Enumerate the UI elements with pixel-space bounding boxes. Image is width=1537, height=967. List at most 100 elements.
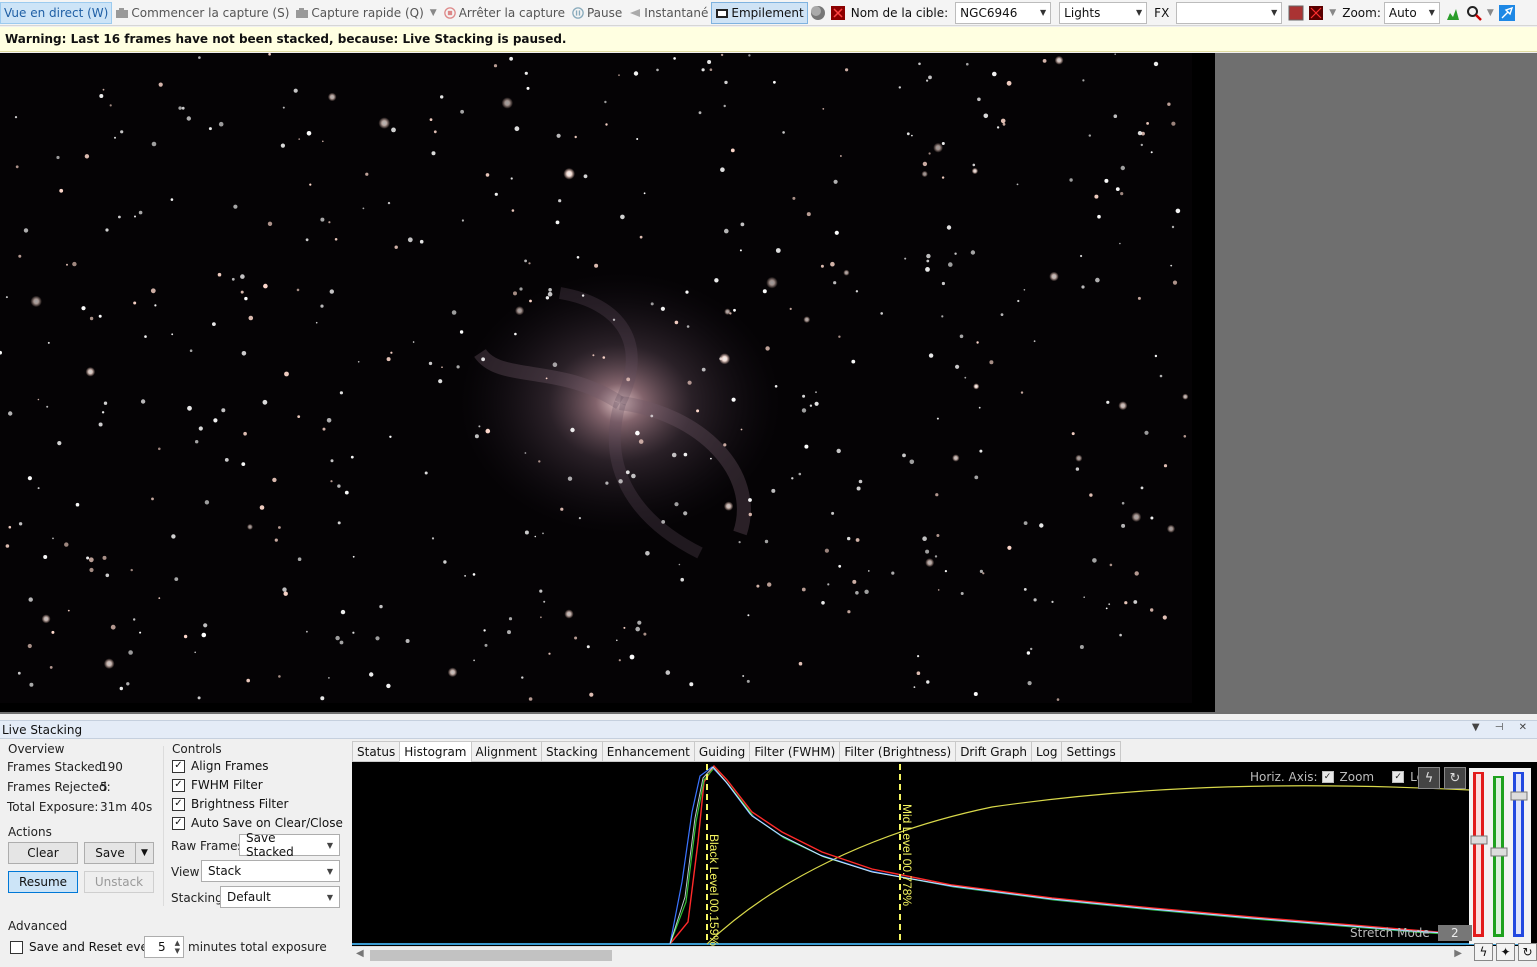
tab-histogram[interactable]: Histogram [399, 741, 471, 762]
save-reset-stepper[interactable]: 5 ▲ ▼ [144, 936, 184, 958]
star [538, 460, 541, 463]
live-view-button[interactable]: Vue en direct (W) [0, 1, 113, 24]
star [298, 138, 301, 140]
snapshot-button[interactable]: Instantané [625, 2, 711, 24]
star [47, 341, 50, 344]
star [864, 589, 869, 594]
star [387, 201, 391, 205]
star [542, 532, 544, 535]
star [322, 427, 326, 431]
scroll-right-icon[interactable]: ▶ [1454, 948, 1462, 959]
quick-capture-dropdown-icon[interactable]: ▼ [430, 8, 437, 18]
star [335, 635, 340, 641]
stacking-button[interactable]: Empilement [711, 1, 808, 24]
save-button[interactable]: Save [84, 842, 136, 864]
unstack-button[interactable]: Unstack [84, 871, 154, 893]
tab-settings[interactable]: Settings [1061, 741, 1121, 762]
raw-frames-select[interactable]: Save Stacked ▼ [239, 831, 340, 859]
log-checkbox[interactable]: ✓ [1392, 771, 1405, 783]
star [581, 294, 585, 297]
star [1166, 524, 1176, 533]
resume-button[interactable]: Resume [8, 871, 78, 893]
tab-guiding[interactable]: Guiding [693, 741, 750, 762]
tab-filter-brightness[interactable]: Filter (Brightness) [839, 741, 956, 762]
star [851, 359, 856, 364]
star [431, 151, 436, 156]
star [278, 675, 281, 678]
star [767, 582, 772, 587]
pause-button[interactable]: Pause [568, 2, 625, 24]
target-name-combo[interactable]: NGC6946 ▼ [955, 1, 1052, 24]
star [369, 672, 374, 677]
magnifier-dropdown-icon[interactable]: ▼ [1487, 8, 1494, 18]
tab-filter-fwhm[interactable]: Filter (FWHM) [749, 741, 840, 762]
reset-icon[interactable]: ↻ [1444, 767, 1466, 789]
fwhm-filter-checkbox[interactable]: ✓ FWHM Filter [172, 778, 263, 792]
stacking-select[interactable]: Default ▼ [220, 886, 340, 908]
stop-icon [443, 6, 456, 19]
fx-select[interactable]: ▼ [1176, 1, 1283, 24]
panel-controls[interactable]: ▼ ⊣ ✕ [1472, 722, 1533, 733]
star [30, 295, 42, 308]
zoom-checkbox[interactable]: ✓ [1321, 771, 1334, 783]
star [724, 80, 728, 85]
stretch-mode-stepper[interactable]: 2 [1437, 925, 1472, 941]
stacked-image[interactable] [0, 53, 1215, 712]
star [773, 80, 776, 84]
overlay-dropdown-icon[interactable]: ▼ [1329, 8, 1336, 18]
advanced-heading: Advanced [8, 919, 68, 933]
record-icon[interactable] [1288, 5, 1304, 21]
magnifier-icon[interactable] [1466, 5, 1482, 21]
align-frames-checkbox[interactable]: ✓ Align Frames [172, 759, 269, 773]
moon-icon[interactable] [810, 5, 826, 21]
auto-stretch-icon[interactable]: ϟ [1418, 767, 1440, 789]
star [928, 75, 932, 80]
histogram-panel[interactable]: Black Level 00.159% Mid Level 00.778% Ho… [352, 762, 1537, 946]
spin-arrows-icon[interactable]: ▲ ▼ [175, 939, 180, 955]
histogram-icon[interactable] [1446, 5, 1462, 21]
tab-stacking[interactable]: Stacking [540, 741, 602, 762]
view-select[interactable]: Stack ▼ [201, 860, 340, 882]
clear-overlay-icon[interactable] [1308, 5, 1324, 21]
zoom-select[interactable]: Auto ▼ [1383, 1, 1440, 24]
stacking-label: Empilement [731, 5, 804, 20]
night-mode-icon[interactable] [830, 5, 846, 21]
star [186, 116, 191, 121]
star [845, 68, 849, 72]
star [856, 486, 861, 491]
start-capture-button[interactable]: Commencer la capture (S) [112, 2, 292, 24]
tab-alignment[interactable]: Alignment [470, 741, 541, 762]
star [85, 367, 96, 377]
stop-capture-button[interactable]: Arrêter la capture [440, 2, 568, 24]
sparkle-icon[interactable]: ✦ [1496, 943, 1515, 961]
histogram-scrollbar[interactable]: ◀ ▶ [352, 946, 1466, 963]
frame-type-select[interactable]: Lights ▼ [1059, 1, 1148, 24]
scroll-left-icon[interactable]: ◀ [356, 948, 364, 959]
quick-capture-button[interactable]: Capture rapide (Q) [292, 2, 426, 24]
scroll-thumb[interactable] [370, 950, 612, 961]
star [27, 476, 32, 481]
tab-log[interactable]: Log [1031, 741, 1062, 762]
tab-drift-graph[interactable]: Drift Graph [955, 741, 1032, 762]
auto-stretch-bottom-icon[interactable]: ϟ [1474, 943, 1493, 961]
image-viewer[interactable] [0, 53, 1537, 714]
tab-status[interactable]: Status [352, 741, 400, 762]
star [283, 591, 288, 596]
brightness-filter-checkbox[interactable]: ✓ Brightness Filter [172, 797, 288, 811]
tab-enhancement[interactable]: Enhancement [601, 741, 694, 762]
clear-button[interactable]: Clear [8, 842, 78, 864]
save-reset-checkbox[interactable]: Save and Reset every [10, 940, 160, 954]
save-dropdown-button[interactable]: ▼ [135, 842, 154, 864]
star [742, 675, 745, 677]
star [822, 108, 825, 110]
reset-bottom-icon[interactable]: ↻ [1518, 943, 1537, 961]
auto-save-checkbox[interactable]: ✓ Auto Save on Clear/Close [172, 816, 343, 830]
star [902, 453, 906, 458]
stacking-value: Default [227, 890, 271, 904]
pin-tool-icon[interactable] [1498, 4, 1515, 21]
star [707, 60, 712, 64]
star [1150, 151, 1153, 154]
star [140, 399, 146, 404]
star [1071, 432, 1075, 436]
star [1118, 401, 1128, 411]
